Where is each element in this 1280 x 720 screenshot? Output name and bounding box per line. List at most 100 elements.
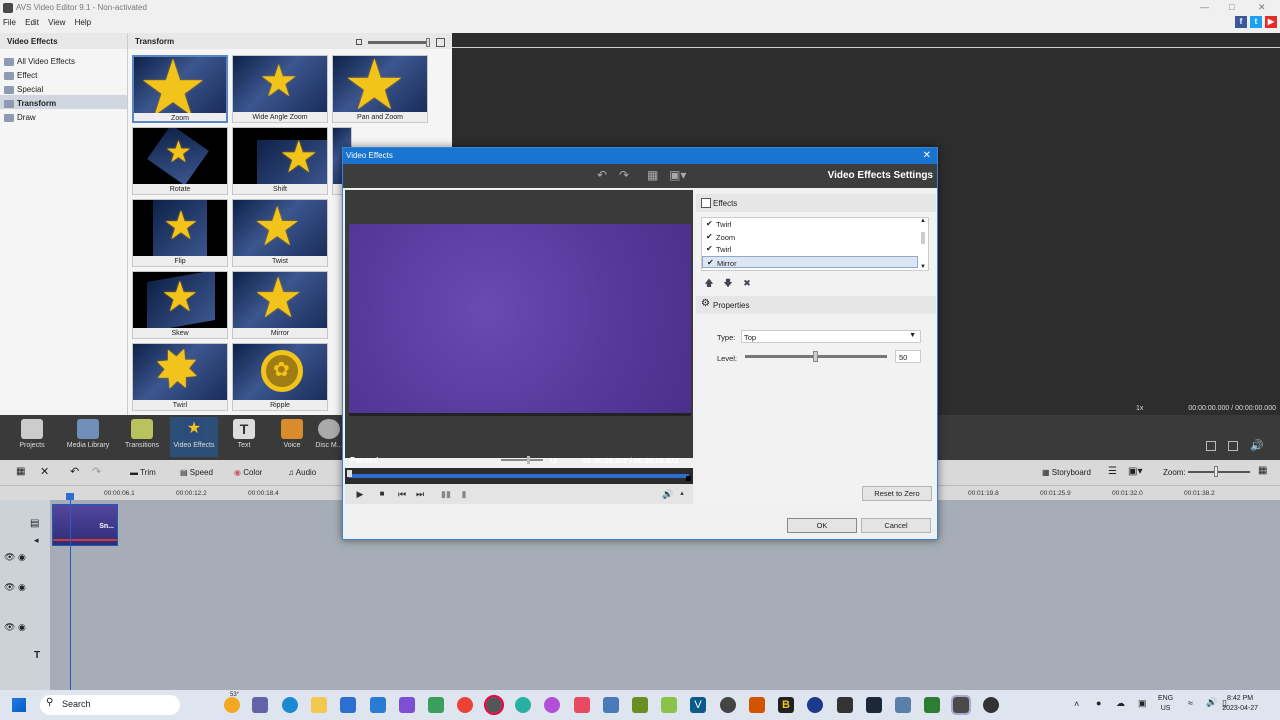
effect-thumb-wide-angle-zoom[interactable]: ★ Wide Angle Zoom <box>232 55 328 123</box>
mark-in-icon[interactable]: ▮▮ <box>439 487 453 501</box>
windows-start-icon[interactable] <box>12 698 26 712</box>
category-special[interactable]: Special <box>0 81 127 95</box>
text-button[interactable]: T Text <box>220 417 268 457</box>
list-item[interactable]: ✔ Twirl <box>702 243 928 256</box>
steam-icon[interactable] <box>866 697 882 713</box>
move-down-icon[interactable]: 🡇 <box>721 276 735 290</box>
level-slider-thumb[interactable] <box>813 351 818 362</box>
eye-icon[interactable]: 👁 <box>4 552 15 563</box>
color-button[interactable]: ◉ Color <box>234 468 262 477</box>
category-draw[interactable]: Draw <box>0 109 127 123</box>
edge-icon[interactable] <box>282 697 298 713</box>
menu-help[interactable]: Help <box>75 18 91 27</box>
taskbar-clock[interactable]: 8:42 PM 2023-04-27 <box>1222 694 1258 714</box>
mark-out-icon[interactable]: ▮ <box>457 487 471 501</box>
seek-bar[interactable] <box>349 474 689 478</box>
speed-button[interactable]: ▤ Speed <box>180 468 213 477</box>
eye-icon[interactable]: 👁 <box>4 582 15 593</box>
app-icon[interactable] <box>895 697 911 713</box>
audio-button[interactable]: ♫ Audio <box>288 468 316 477</box>
redo-icon[interactable]: ↷ <box>92 465 101 478</box>
volume-icon[interactable]: 🔊 <box>661 487 675 501</box>
app-icon[interactable] <box>807 697 823 713</box>
cloud-icon[interactable]: ☁ <box>1116 698 1125 709</box>
list-item[interactable]: ✔ Zoom <box>702 231 928 244</box>
applied-effects-list[interactable]: ✔ Twirl ✔ Zoom ✔ Twirl ✔ Mirror ▲ ▼ <box>701 217 929 271</box>
close-icon[interactable]: ✕ <box>923 150 931 161</box>
lock-icon[interactable]: ◉ <box>18 552 26 563</box>
seek-start-marker[interactable] <box>347 470 352 477</box>
lock-icon[interactable]: ◉ <box>18 582 26 593</box>
app-icon[interactable] <box>632 697 648 713</box>
effect-thumb-rotate[interactable]: ★ Rotate <box>132 127 228 195</box>
speed-slider[interactable] <box>501 459 543 461</box>
speed-slider-thumb[interactable] <box>527 456 530 464</box>
transitions-button[interactable]: Transitions <box>118 417 166 457</box>
effect-thumb-zoom[interactable]: ★ Zoom <box>132 55 228 123</box>
list-item-selected[interactable]: ✔ Mirror <box>702 255 918 268</box>
menu-file[interactable]: File <box>3 18 16 27</box>
app-icon[interactable] <box>720 697 736 713</box>
volume-icon[interactable]: 🔊 <box>1250 439 1264 452</box>
language-indicator[interactable]: ENG US <box>1158 694 1173 714</box>
thumbnail-size-slider[interactable] <box>356 38 448 47</box>
undo-icon[interactable]: ↶ <box>597 168 607 182</box>
play-icon[interactable]: ▶ <box>353 487 367 501</box>
teams-icon[interactable] <box>252 697 268 713</box>
disc-menu-button[interactable]: Disc M... <box>314 417 344 457</box>
projects-button[interactable]: Projects <box>8 417 56 457</box>
category-effect[interactable]: Effect <box>0 67 127 81</box>
maximize-icon[interactable]: □ <box>1229 2 1234 12</box>
mail-icon[interactable] <box>370 697 386 713</box>
cancel-button[interactable]: Cancel <box>861 518 931 533</box>
app-icon[interactable] <box>399 697 415 713</box>
effect-thumb-ripple[interactable]: ✿ Ripple <box>232 343 328 411</box>
chevron-up-icon[interactable]: ˄ <box>1074 699 1079 709</box>
eye-icon[interactable]: 👁 <box>4 622 15 633</box>
snapshot-icon[interactable] <box>1228 441 1238 451</box>
menu-view[interactable]: View <box>48 18 65 27</box>
delete-icon[interactable]: ✕ <box>40 465 49 478</box>
grid-icon[interactable]: ▦ <box>16 466 25 477</box>
app-icon[interactable] <box>515 697 531 713</box>
app-icon[interactable] <box>544 697 560 713</box>
chrome-icon[interactable] <box>457 697 473 713</box>
reset-to-zero-button[interactable]: Reset to Zero <box>862 486 932 501</box>
close-icon[interactable]: ✕ <box>1258 2 1266 13</box>
app-icon[interactable] <box>574 697 590 713</box>
taskbar-search[interactable]: ⚲ Search <box>40 695 180 715</box>
facebook-icon[interactable]: f <box>1235 16 1247 28</box>
checkbox-icon[interactable]: ✔ <box>706 219 713 228</box>
effect-thumb-skew[interactable]: ★ Skew <box>132 271 228 339</box>
timeline-zoom-thumb[interactable] <box>1214 466 1218 477</box>
video-clip[interactable]: Sn... <box>52 504 118 546</box>
fit-icon[interactable]: ▦ <box>1258 465 1267 476</box>
app-icon[interactable] <box>749 697 765 713</box>
menu-edit[interactable]: Edit <box>25 18 39 27</box>
playhead-marker[interactable] <box>66 493 74 500</box>
checkbox-icon[interactable]: ✔ <box>706 232 713 241</box>
checkbox-icon[interactable]: ✔ <box>707 258 714 267</box>
display-icon[interactable]: ▣▾ <box>1128 466 1142 477</box>
category-transform[interactable]: Transform <box>0 95 127 109</box>
effect-thumb-shift[interactable]: ★ Shift <box>232 127 328 195</box>
weather-icon[interactable] <box>224 697 240 713</box>
scroll-up-icon[interactable]: ▲ <box>920 218 926 224</box>
checkbox-icon[interactable]: ✔ <box>706 244 713 253</box>
scroll-down-icon[interactable]: ▼ <box>920 264 926 270</box>
remove-effect-icon[interactable]: ✖ <box>740 276 754 290</box>
app-icon[interactable] <box>484 695 504 715</box>
effect-thumb-pan-and-zoom[interactable]: ★ Pan and Zoom <box>332 55 428 123</box>
fullscreen-icon[interactable] <box>1206 441 1216 451</box>
previous-frame-icon[interactable]: ⏮ <box>395 487 409 501</box>
twitter-icon[interactable]: t <box>1250 16 1262 28</box>
volume-icon[interactable]: 🔊 <box>1206 697 1217 708</box>
file-explorer-icon[interactable] <box>311 697 327 713</box>
youtube-icon[interactable]: ▶ <box>1265 16 1277 28</box>
volume-dropdown-icon[interactable]: ▴ <box>675 487 689 501</box>
avs-editor-icon[interactable] <box>951 695 971 715</box>
storyboard-button[interactable]: ▦ Storyboard <box>1042 468 1091 477</box>
effect-thumb-mirror[interactable]: ★ Mirror <box>232 271 328 339</box>
list-scrollbar[interactable]: ▲ ▼ <box>919 218 927 270</box>
move-up-icon[interactable]: 🡅 <box>702 276 716 290</box>
